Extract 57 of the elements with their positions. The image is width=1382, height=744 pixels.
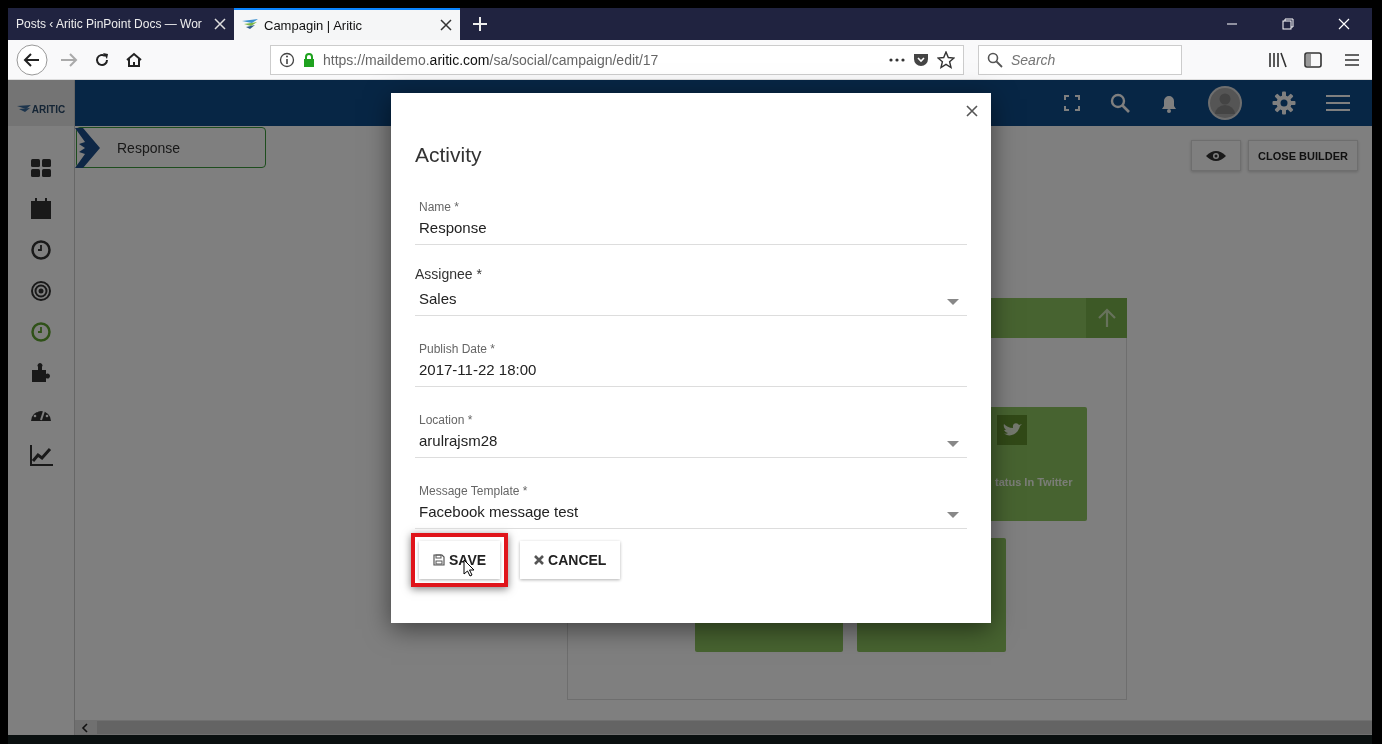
- search-field[interactable]: Search: [978, 44, 1182, 75]
- close-icon[interactable]: [966, 105, 978, 117]
- arrow-up-icon: [1096, 308, 1117, 328]
- caret-icon: [947, 512, 959, 518]
- scrollbar-thumb[interactable]: [97, 721, 1372, 734]
- wing-logo-icon: [242, 19, 258, 31]
- search-icon[interactable]: [1110, 93, 1130, 113]
- tab-title: Posts ‹ Aritic PinPoint Docs — Wor: [16, 17, 203, 31]
- search-input[interactable]: Search: [1009, 50, 1163, 69]
- cross-icon: [534, 555, 545, 565]
- card-label: tatus In Twitter: [995, 476, 1073, 488]
- restore-icon[interactable]: [1282, 18, 1294, 30]
- dialog-title: Activity: [415, 143, 483, 167]
- url-field[interactable]: https://maildemo.aritic.com/sa/social/campaign/edit/17: [270, 44, 964, 75]
- new-tab-icon[interactable]: [472, 16, 488, 32]
- more-icon[interactable]: [889, 57, 905, 62]
- home-icon[interactable]: [126, 51, 142, 68]
- form-field[interactable]: Name * Response: [415, 175, 967, 245]
- info-icon[interactable]: [279, 51, 295, 68]
- cancel-button[interactable]: CANCEL: [520, 541, 621, 579]
- form-field[interactable]: Location * arulrajsm28: [415, 388, 967, 458]
- url-text: https://maildemo.aritic.com/sa/social/campaign/edit/17: [323, 51, 659, 68]
- puzzle-icon[interactable]: [29, 361, 53, 385]
- grid-icon[interactable]: [29, 156, 53, 180]
- caret-icon: [947, 441, 959, 447]
- search-icon: [987, 51, 1003, 68]
- library-icon[interactable]: [1268, 51, 1288, 68]
- eye-icon: [1206, 149, 1226, 162]
- save-button[interactable]: SAVE: [419, 541, 501, 579]
- browser-tab[interactable]: Posts ‹ Aritic PinPoint Docs — Wor: [8, 8, 234, 40]
- sidebar-icon[interactable]: [1304, 51, 1322, 68]
- form-field[interactable]: Message Template * Facebook message test: [415, 459, 967, 529]
- canvas-node[interactable]: Response: [76, 127, 266, 168]
- scroll-left-icon[interactable]: [81, 722, 89, 733]
- chart-icon[interactable]: [29, 443, 53, 467]
- reload-icon[interactable]: [94, 51, 110, 68]
- close-icon[interactable]: [440, 19, 452, 31]
- bird-icon: [997, 415, 1027, 445]
- pocket-icon[interactable]: [913, 52, 929, 67]
- menu-icon[interactable]: [1344, 52, 1360, 67]
- form-field[interactable]: Publish Date * 2017-11-22 18:00: [415, 317, 967, 387]
- lock-icon: [303, 52, 315, 67]
- calendar-icon[interactable]: [29, 197, 53, 221]
- target-icon[interactable]: [29, 279, 53, 303]
- form-field[interactable]: Assignee * Sales: [415, 246, 967, 316]
- fullscreen-icon[interactable]: [1064, 95, 1080, 111]
- caret-icon: [947, 299, 959, 305]
- clock-icon[interactable]: [29, 238, 53, 262]
- chevron-icon: [75, 127, 101, 168]
- avatar-icon[interactable]: [1208, 86, 1242, 120]
- back-icon[interactable]: [16, 43, 48, 76]
- browser-tab[interactable]: Campagin | Aritic: [234, 8, 460, 40]
- star-icon[interactable]: [937, 50, 955, 69]
- preview-button[interactable]: [1191, 140, 1241, 171]
- bell-icon[interactable]: [1160, 93, 1178, 113]
- tab-title: Campagin | Aritic: [264, 17, 364, 33]
- close-builder-button[interactable]: CLOSE BUILDER: [1248, 140, 1358, 171]
